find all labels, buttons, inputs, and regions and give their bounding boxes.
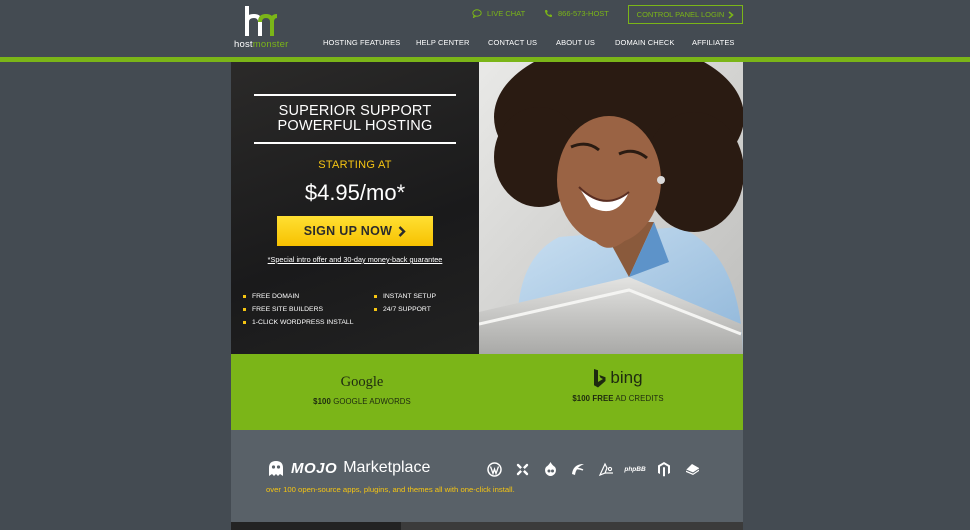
headline-line-1: SUPERIOR SUPPORT (278, 103, 432, 119)
app-icons-row: phpBB (485, 460, 701, 478)
google-adwords-promo: Google $100 GOOGLE ADWORDS (231, 374, 493, 406)
chevron-right-icon (398, 225, 406, 237)
hero-headline: SUPERIOR SUPPORT POWERFUL HOSTING (254, 104, 456, 134)
site-header: hostmonster LIVE CHAT 866-573-HOST CONTR… (0, 0, 970, 57)
nav-affiliates[interactable]: AFFILIATES (692, 38, 735, 47)
phone-number: 866-573-HOST (558, 9, 609, 18)
headline-rule-top (254, 94, 456, 96)
offer-disclaimer-link[interactable]: *Special intro offer and 30-day money-ba… (231, 255, 479, 264)
app-icon-4[interactable] (569, 460, 587, 478)
google-logo: Google (340, 374, 384, 390)
bullet-icon (243, 295, 246, 298)
bing-logo: bing (493, 368, 743, 388)
next-section-preview (231, 522, 743, 530)
headline-line-2: POWERFUL HOSTING (277, 118, 433, 134)
phone-icon (544, 10, 552, 18)
sign-up-label: SIGN UP NOW (303, 224, 393, 238)
app-icon-8[interactable] (683, 460, 701, 478)
nav-about-us[interactable]: ABOUT US (556, 38, 595, 47)
joomla-icon[interactable] (513, 460, 531, 478)
feature-item: FREE DOMAIN (243, 293, 299, 300)
hero-banner: SUPERIOR SUPPORT POWERFUL HOSTING STARTI… (231, 62, 743, 354)
price: $4.95/mo* (304, 180, 406, 205)
marketplace-text: Marketplace (343, 459, 431, 476)
bullet-icon (374, 308, 377, 311)
mojo-monster-icon (269, 460, 283, 476)
main-nav: HOSTING FEATURES HELP CENTER CONTACT US … (0, 38, 970, 48)
hero-woman-photo (479, 62, 743, 354)
nav-contact-us[interactable]: CONTACT US (488, 38, 537, 47)
headline-rule-bottom (254, 142, 456, 144)
starting-at-label: STARTING AT (318, 159, 392, 171)
bullet-icon (243, 308, 246, 311)
feature-item: 24/7 SUPPORT (374, 306, 431, 313)
live-chat-label: LIVE CHAT (487, 9, 526, 18)
wordpress-icon[interactable] (485, 460, 503, 478)
feature-item: FREE SITE BUILDERS (243, 306, 323, 313)
mojo-brand-text: MOJO (291, 459, 338, 477)
live-chat-link[interactable]: LIVE CHAT (472, 9, 525, 18)
nav-hosting-features[interactable]: HOSTING FEATURES (323, 38, 400, 47)
mojo-subtitle: over 100 open-source apps, plugins, and … (266, 485, 515, 494)
drupal-icon[interactable] (541, 460, 559, 478)
app-icon-5[interactable] (597, 460, 615, 478)
bullet-icon (374, 295, 377, 298)
hero-offer-panel: SUPERIOR SUPPORT POWERFUL HOSTING STARTI… (231, 62, 479, 354)
hm-logo-icon (245, 6, 278, 36)
bing-credits-promo: bing $100 FREE AD CREDITS (493, 368, 743, 403)
magento-icon[interactable] (655, 460, 673, 478)
control-panel-label: CONTROL PANEL LOGIN (636, 10, 725, 19)
partner-credits-banner: Google $100 GOOGLE ADWORDS bing $100 FRE… (231, 354, 743, 430)
feature-item: INSTANT SETUP (374, 293, 436, 300)
mojo-marketplace-logo[interactable]: MOJO Marketplace (267, 459, 430, 477)
chat-bubble-icon (472, 9, 482, 18)
phpbb-icon[interactable]: phpBB (624, 460, 645, 478)
phone-link[interactable]: 866-573-HOST (544, 9, 609, 18)
nav-domain-check[interactable]: DOMAIN CHECK (615, 38, 675, 47)
mojo-marketplace-section: MOJO Marketplace over 100 open-source ap… (231, 430, 743, 522)
control-panel-login-button[interactable]: CONTROL PANEL LOGIN (628, 5, 743, 24)
bing-credit-text: $100 FREE AD CREDITS (572, 394, 664, 403)
bullet-icon (243, 321, 246, 324)
bing-b-icon (594, 368, 606, 387)
feature-item: 1-CLICK WORDPRESS INSTALL (243, 319, 353, 326)
nav-help-center[interactable]: HELP CENTER (416, 38, 469, 47)
google-credit-text: $100 GOOGLE ADWORDS (313, 397, 411, 406)
sign-up-now-button[interactable]: SIGN UP NOW (277, 216, 433, 246)
chevron-right-icon (728, 10, 735, 19)
